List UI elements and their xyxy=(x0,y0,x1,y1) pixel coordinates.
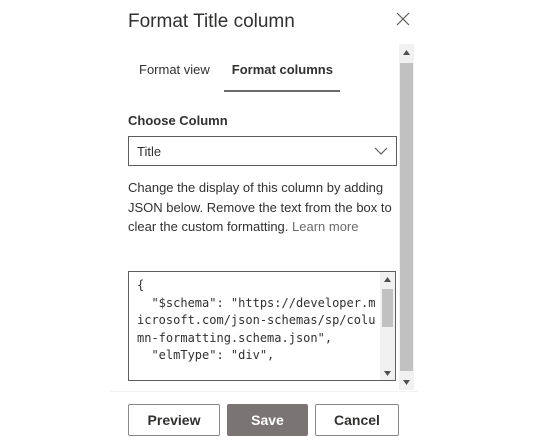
dropdown-selected-value: Title xyxy=(137,143,162,159)
scroll-up-arrow-icon[interactable] xyxy=(399,44,414,60)
footer-divider xyxy=(110,391,418,392)
json-editor-scroll-thumb[interactable] xyxy=(382,289,393,327)
panel-scrollbar[interactable] xyxy=(399,44,414,390)
pivot-tabs: Format view Format columns xyxy=(128,56,344,92)
close-button[interactable] xyxy=(392,10,414,32)
chevron-down-icon xyxy=(366,137,396,165)
cancel-button[interactable]: Cancel xyxy=(315,404,399,436)
scroll-up-arrow-icon[interactable] xyxy=(380,272,395,286)
json-editor-scrollbar[interactable] xyxy=(380,272,395,380)
learn-more-link[interactable]: Learn more xyxy=(292,219,358,234)
preview-button[interactable]: Preview xyxy=(128,404,220,436)
tab-format-view[interactable]: Format view xyxy=(128,56,221,92)
scroll-down-arrow-icon[interactable] xyxy=(399,374,414,390)
json-editor[interactable]: { "$schema": "https://developer.microsof… xyxy=(128,271,396,381)
json-editor-content[interactable]: { "$schema": "https://developer.microsof… xyxy=(137,277,382,365)
panel-scroll-thumb[interactable] xyxy=(400,63,413,371)
panel-title: Format Title column xyxy=(128,11,295,32)
choose-column-dropdown[interactable]: Title xyxy=(128,136,397,166)
scroll-down-arrow-icon[interactable] xyxy=(380,366,395,380)
description-text: Change the display of this column by add… xyxy=(128,178,398,237)
tab-format-columns[interactable]: Format columns xyxy=(221,56,344,92)
save-button[interactable]: Save xyxy=(227,404,308,436)
close-icon xyxy=(395,11,411,32)
choose-column-label: Choose Column xyxy=(128,113,228,128)
